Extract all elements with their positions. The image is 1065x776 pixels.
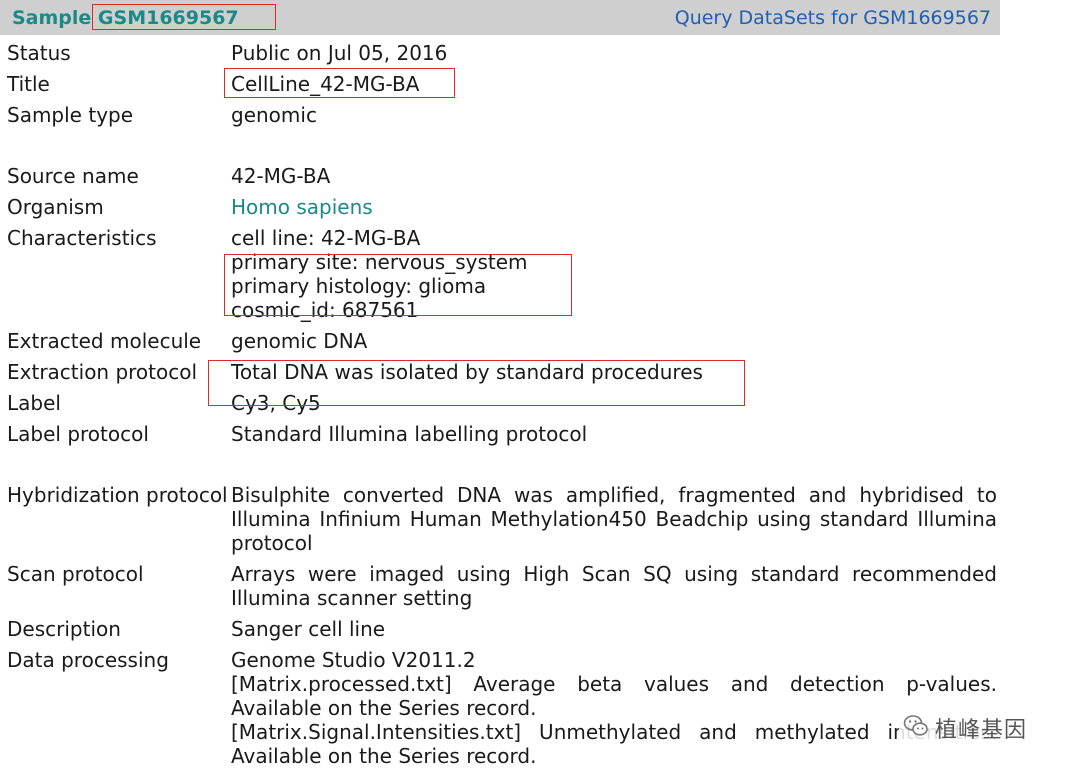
title-label: Title [7, 72, 50, 96]
row-description: Description Sanger cell line [7, 614, 997, 645]
scan-protocol-value: Arrays were imaged using High Scan SQ us… [231, 562, 997, 610]
row-sample-type: Sample type genomic [7, 100, 997, 131]
organism-value: Homo sapiens [231, 195, 997, 219]
row-characteristics: Characteristics cell line: 42-MG-BA prim… [7, 223, 997, 326]
characteristic-line: cell line: 42-MG-BA [231, 226, 421, 250]
characteristics-value: cell line: 42-MG-BA primary site: nervou… [231, 226, 997, 322]
extraction-protocol-label: Extraction protocol [7, 360, 198, 384]
scan-protocol-label: Scan protocol [7, 562, 144, 586]
data-processing-label: Data processing [7, 648, 169, 672]
wechat-icon [903, 713, 929, 744]
row-label-protocol: Label protocol Standard Illumina labelli… [7, 419, 997, 450]
description-label: Description [7, 617, 121, 641]
row-title: Title CellLine_42-MG-BA [7, 69, 997, 100]
organism-label: Organism [7, 195, 104, 219]
hybridization-protocol-value: Bisulphite converted DNA was amplified, … [231, 483, 997, 555]
extracted-molecule-label: Extracted molecule [7, 329, 202, 353]
source-name-label: Source name [7, 164, 139, 188]
row-extraction-protocol: Extraction protocol Total DNA was isolat… [7, 357, 997, 388]
data-processing-line: Genome Studio V2011.2 [231, 648, 476, 672]
label-value: Cy3, Cy5 [231, 391, 321, 415]
title-value: CellLine_42-MG-BA [231, 72, 420, 96]
row-label: Label Cy3, Cy5 [7, 388, 997, 419]
status-value: Public on Jul 05, 2016 [231, 41, 448, 65]
watermark-text: 植峰基因 [934, 718, 1027, 743]
row-hybridization-protocol: Hybridization protocol Bisulphite conver… [7, 480, 997, 559]
row-source-name: Source name 42-MG-BA [7, 161, 997, 192]
wechat-watermark: 植峰基因 [898, 710, 1031, 746]
characteristics-label: Characteristics [7, 226, 157, 250]
extraction-protocol-value: Total DNA was isolated by standard proce… [231, 360, 703, 384]
extracted-molecule-value: genomic DNA [231, 329, 368, 353]
geo-sample-page: Sample GSM1669567 Query DataSets for GSM… [0, 0, 1065, 776]
label-label: Label [7, 391, 61, 415]
sample-header: Sample GSM1669567 Query DataSets for GSM… [0, 0, 1000, 35]
characteristic-line: primary site: nervous_system [231, 250, 528, 274]
source-name-value: 42-MG-BA [231, 164, 331, 188]
sample-type-value: genomic [231, 103, 317, 127]
data-processing-value: Genome Studio V2011.2 [Matrix.processed.… [231, 648, 997, 768]
row-scan-protocol: Scan protocol Arrays were imaged using H… [7, 559, 997, 614]
data-processing-line: [Matrix.Signal.Intensities.txt] Unmethyl… [231, 720, 997, 768]
row-organism: Organism Homo sapiens [7, 192, 997, 223]
status-label: Status [7, 41, 71, 65]
sample-title: Sample GSM1669567 [12, 6, 239, 29]
label-protocol-label: Label protocol [7, 422, 149, 446]
sample-details: Status Public on Jul 05, 2016 Title Cell… [7, 38, 997, 772]
characteristic-line: primary histology: glioma [231, 274, 487, 298]
sample-type-label: Sample type [7, 103, 134, 127]
row-data-processing: Data processing Genome Studio V2011.2 [M… [7, 645, 997, 772]
hybridization-protocol-label: Hybridization protocol [7, 483, 228, 507]
row-status: Status Public on Jul 05, 2016 [7, 38, 997, 69]
query-datasets-link[interactable]: Query DataSets for GSM1669567 [675, 7, 991, 29]
data-processing-line: [Matrix.processed.txt] Average beta valu… [231, 672, 997, 720]
characteristic-line: cosmic_id: 687561 [231, 298, 419, 322]
row-extracted-molecule: Extracted molecule genomic DNA [7, 326, 997, 357]
description-value: Sanger cell line [231, 617, 386, 641]
label-protocol-value: Standard Illumina labelling protocol [231, 422, 588, 446]
organism-link[interactable]: Homo sapiens [231, 195, 373, 219]
